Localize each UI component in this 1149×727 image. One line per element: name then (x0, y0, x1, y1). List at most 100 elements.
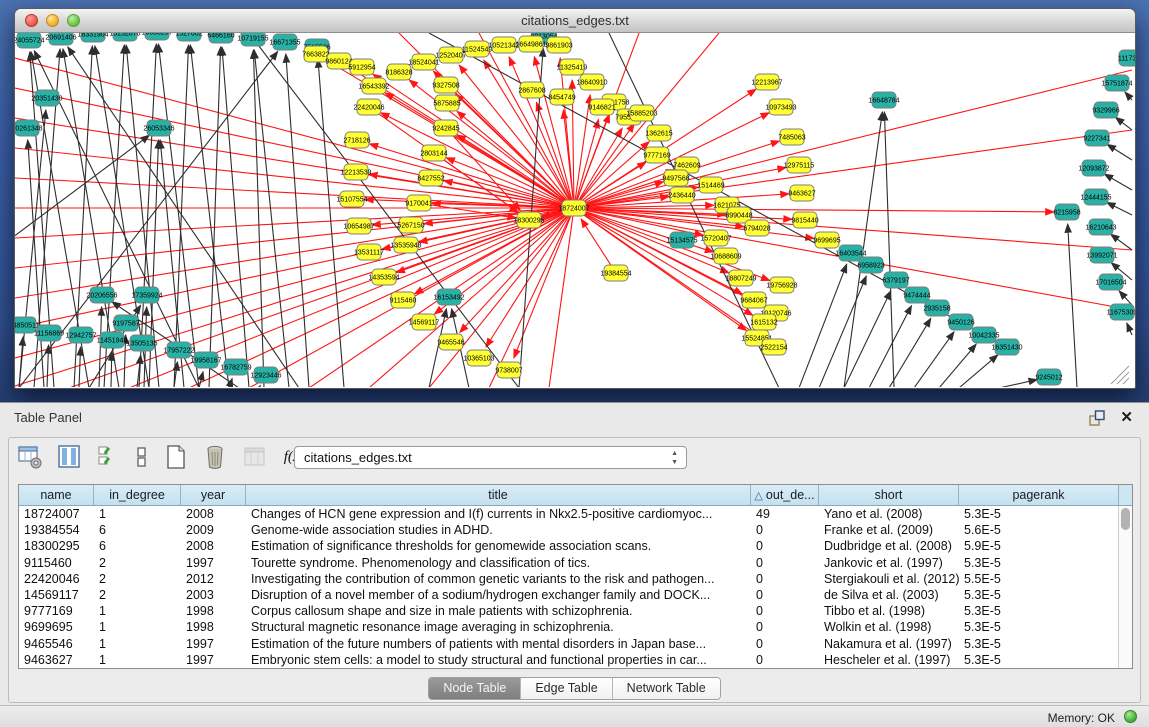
graph-node[interactable]: 1362615 (645, 125, 672, 141)
graph-node[interactable]: 6958923 (857, 257, 884, 273)
graph-node[interactable]: 2522154 (760, 339, 787, 355)
column-header-title[interactable]: title (246, 485, 751, 505)
citation-edge[interactable] (999, 380, 1037, 387)
graph-node[interactable]: 12093872 (1078, 160, 1109, 176)
citation-edge[interactable] (819, 276, 866, 387)
graph-node[interactable]: 9329966 (1092, 102, 1119, 118)
graph-node[interactable]: 11451948 (97, 332, 128, 348)
citation-edge[interactable] (799, 264, 847, 387)
tab-edge-table[interactable]: Edge Table (521, 678, 612, 699)
graph-node[interactable]: 10688609 (710, 248, 741, 264)
citation-edge[interactable] (174, 45, 188, 387)
graph-node[interactable]: 15134575 (666, 232, 697, 248)
table-options-icon[interactable] (17, 444, 43, 470)
graph-node[interactable]: 5267150 (397, 217, 424, 233)
graph-node[interactable]: 15751874 (1101, 75, 1132, 91)
graph-node[interactable]: 12942757 (65, 327, 96, 343)
graph-node[interactable]: 17957222 (163, 342, 194, 358)
memory-ok-indicator[interactable] (1124, 710, 1137, 723)
table-row[interactable]: 911546021997Tourette syndrome. Phenomeno… (19, 555, 1119, 571)
column-header-in_degree[interactable]: in_degree (94, 485, 181, 505)
graph-node[interactable]: 24055724 (15, 33, 45, 48)
table-row[interactable]: 946362711997Embryonic stem cells: a mode… (19, 652, 1119, 668)
citation-edge[interactable] (199, 372, 203, 387)
citation-edge[interactable] (1107, 144, 1132, 160)
citation-edge[interactable] (1125, 92, 1132, 100)
graph-node[interactable]: 17016504 (1095, 274, 1126, 290)
citation-edge[interactable] (959, 355, 998, 387)
graph-node[interactable]: 18331904 (77, 33, 108, 42)
citation-edge[interactable] (259, 386, 260, 387)
citation-edge-red[interactable] (574, 142, 649, 208)
citation-edge[interactable] (19, 337, 23, 387)
graph-node[interactable]: 16648784 (868, 92, 899, 108)
graph-node[interactable]: 9815440 (791, 212, 818, 228)
import-table-icon[interactable] (242, 444, 268, 470)
graph-node[interactable]: 22420046 (353, 99, 384, 115)
graph-node[interactable]: 1615132 (750, 314, 777, 330)
graph-node[interactable]: 9684067 (740, 292, 767, 308)
tab-node-table[interactable]: Node Table (429, 678, 521, 699)
network-table-selector[interactable]: citations_edges.txt ▲▼ (294, 446, 687, 469)
citation-edge[interactable] (79, 347, 81, 387)
show-columns-icon[interactable] (56, 444, 82, 470)
graph-node[interactable]: 13531117 (354, 244, 384, 260)
close-panel-icon[interactable]: ✕ (1120, 408, 1133, 426)
graph-node[interactable]: 20691406 (45, 33, 76, 45)
graph-node[interactable]: 18807249 (725, 270, 756, 286)
graph-node[interactable]: 11675309 (1107, 304, 1135, 320)
graph-node[interactable]: 2867608 (518, 82, 545, 98)
column-header-year[interactable]: year (181, 485, 246, 505)
graph-node[interactable]: 9146821 (588, 99, 615, 115)
graph-node[interactable]: 19958167 (190, 352, 221, 368)
graph-node[interactable]: 5875885 (433, 95, 460, 111)
citation-edge[interactable] (884, 112, 894, 387)
graph-node[interactable]: 8427552 (417, 170, 444, 186)
graph-node[interactable]: 16543392 (358, 78, 389, 94)
graph-node[interactable]: 1527602 (175, 33, 202, 41)
graph-node[interactable]: 9242845 (432, 120, 459, 136)
citation-edge-red[interactable] (574, 130, 1132, 208)
graph-node[interactable]: 2935158 (923, 300, 950, 316)
table-row[interactable]: 1456911722003Disruption of a novel membe… (19, 587, 1119, 603)
graph-node[interactable]: 16210643 (1085, 219, 1116, 235)
column-header-name[interactable]: name (19, 485, 94, 505)
graph-node[interactable]: 9861903 (545, 37, 572, 53)
graph-node[interactable]: 13505135 (126, 335, 157, 351)
tab-network-table[interactable]: Network Table (613, 678, 720, 699)
graph-node[interactable]: 16649861 (515, 36, 546, 52)
citation-edge-red[interactable] (15, 208, 574, 358)
citation-edge[interactable] (1127, 323, 1132, 335)
citation-edge[interactable] (869, 306, 911, 387)
column-header-short[interactable]: short (819, 485, 959, 505)
table-row[interactable]: 977716911998Corpus callosum shape and si… (19, 603, 1119, 619)
graph-node[interactable]: 15720407 (700, 230, 731, 246)
select-columns-icon[interactable] (96, 444, 122, 470)
graph-node[interactable]: 19756928 (766, 277, 797, 293)
graph-node[interactable]: 13535948 (390, 237, 421, 253)
citation-edge[interactable] (1111, 234, 1132, 250)
graph-node[interactable]: 20261348 (15, 120, 43, 136)
table-row[interactable]: 946554611997Estimation of the future num… (19, 636, 1119, 652)
citation-edge-red[interactable] (509, 57, 574, 208)
citation-edge[interactable] (318, 59, 344, 387)
citation-edge[interactable] (939, 344, 976, 387)
graph-node[interactable]: 12975115 (784, 157, 815, 173)
table-row[interactable]: 2242004622012Investigating the contribut… (19, 571, 1119, 587)
graph-node[interactable]: 11156869 (34, 325, 64, 341)
graph-node[interactable]: 14569117 (409, 314, 440, 330)
graph-node[interactable]: 20206556 (86, 287, 117, 303)
table-row[interactable]: 1938455462009Genome-wide association stu… (19, 522, 1119, 538)
window-titlebar[interactable]: citations_edges.txt (15, 9, 1135, 33)
graph-node[interactable]: 5912954 (348, 59, 375, 75)
network-canvas[interactable]: 1872400724055724206914061833190415232878… (15, 33, 1135, 387)
table-row[interactable]: 1872400712008Changes of HCN gene express… (19, 506, 1119, 522)
graph-node[interactable]: 15885203 (626, 105, 657, 121)
graph-node[interactable]: 18300295 (513, 212, 544, 228)
graph-node[interactable]: 9227341 (1083, 130, 1110, 146)
graph-node[interactable]: 1514469 (697, 177, 724, 193)
graph-node[interactable]: 9245012 (1035, 369, 1062, 385)
graph-node[interactable]: 7485063 (778, 129, 805, 145)
scrollbar-thumb[interactable] (1121, 508, 1130, 530)
float-panel-icon[interactable] (1089, 410, 1105, 426)
